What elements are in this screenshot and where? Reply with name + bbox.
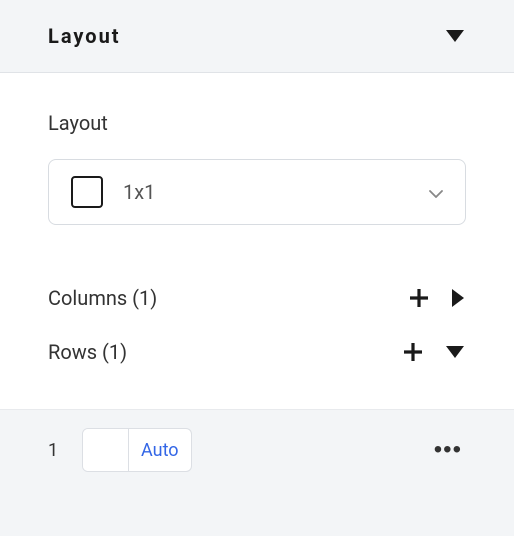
row-item-left: 1 Auto [48,428,192,472]
more-horizontal-icon: ••• [434,436,462,463]
chevron-down-icon [429,183,443,202]
rows-label: Rows (1) [48,340,127,364]
columns-actions [406,285,466,311]
columns-label: Columns (1) [48,286,157,310]
layout-preset-selector[interactable]: 1x1 [48,159,466,225]
chevron-down-icon [446,30,464,42]
plus-icon [408,287,430,309]
rows-actions [400,339,466,365]
add-row-button[interactable] [400,339,426,365]
layout-preset-value: 1x1 [123,180,429,204]
row-item: 1 Auto ••• [0,410,514,490]
plus-icon [402,341,424,363]
chevron-down-icon [446,346,464,358]
panel-collapse-button[interactable] [444,28,466,44]
layout-section-label: Layout [48,111,466,135]
panel-header: Layout [0,0,514,73]
collapse-rows-button[interactable] [444,344,466,360]
expand-columns-button[interactable] [450,287,466,309]
add-column-button[interactable] [406,285,432,311]
panel-title: Layout [48,24,121,48]
chevron-right-icon [452,289,464,307]
row-size-input: Auto [82,428,192,472]
rows-property-row: Rows (1) [48,325,466,379]
row-more-button[interactable]: ••• [430,432,466,468]
panel-body: Layout 1x1 Columns (1) Rows (1) [0,73,514,410]
layout-preset-thumbnail-icon [71,176,103,208]
row-index: 1 [48,440,60,461]
row-size-value-input[interactable] [83,429,129,471]
columns-property-row: Columns (1) [48,271,466,325]
row-size-mode-selector[interactable]: Auto [129,440,191,461]
